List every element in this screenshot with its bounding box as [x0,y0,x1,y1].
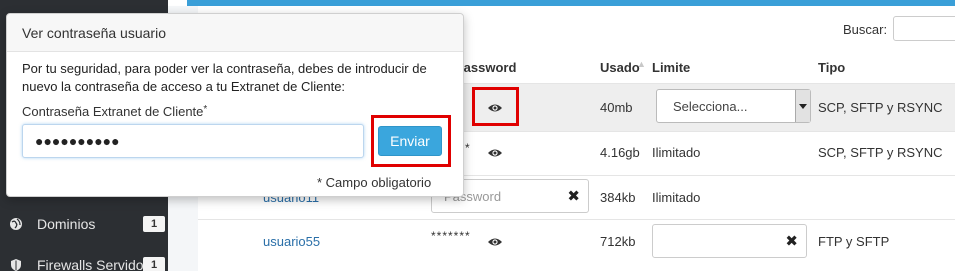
usado-cell: 384kb [600,190,636,205]
column-header-usado[interactable]: Usado [600,60,640,75]
search-input[interactable] [893,16,955,41]
chevron-down-icon[interactable] [795,90,810,122]
extranet-password-input[interactable]: ●●●●●●●●●● [22,124,364,158]
usado-cell: 4.16gb [600,145,640,160]
password-popover: Ver contraseña usuario Por tu seguridad,… [6,13,464,197]
usado-cell: 712kb [600,234,636,249]
popover-header: Ver contraseña usuario [7,14,463,52]
tipo-cell: SCP, SFTP y RSYNC [818,100,943,115]
highlight-box [472,87,519,126]
tipo-cell: SCP, SFTP y RSYNC [818,145,943,160]
password-field-label: Contraseña Extranet de Cliente* [22,104,208,119]
shield-icon [9,258,23,271]
count-badge: 1 [143,257,165,271]
tipo-cell: FTP y SFTP [818,234,890,249]
sidebar-item-label: Dominios [37,216,96,232]
user-link[interactable]: usuario55 [263,234,320,249]
limite-cell: Ilimitado [652,145,701,160]
clear-icon[interactable]: ✖ [567,187,580,205]
limite-select[interactable]: Selecciona... [656,89,811,123]
column-header-tipo[interactable]: Tipo [818,60,845,75]
sidebar-item-firewalls[interactable]: Firewalls Servidor 1 [0,250,168,271]
column-header-limite[interactable]: Limite [652,60,690,75]
sort-icon: ▲ [637,59,646,69]
limite-input[interactable]: ✖ [652,224,807,258]
select-value: Selecciona... [673,99,748,114]
limite-cell: Ilimitado [652,190,701,205]
password-value: ●●●●●●●●●● [35,133,120,149]
sidebar-item-dominios[interactable]: Dominios 1 [0,209,168,239]
search-label: Buscar: [843,22,888,37]
column-header-password[interactable]: Password [455,60,516,75]
required-mark: * [203,104,208,115]
popover-title: Ver contraseña usuario [22,25,166,41]
screen: Dominios 1 Firewalls Servidor 1 Buscar: … [0,0,955,271]
eye-icon[interactable] [487,236,503,248]
eye-icon[interactable] [487,147,503,159]
sidebar-item-label: Firewalls Servidor [37,257,149,271]
globe-icon [9,217,23,231]
popover-message: Por tu seguridad, para poder ver la cont… [22,61,427,94]
password-mask: ******* [431,229,471,243]
highlight-box [371,115,451,167]
count-badge: 1 [143,216,165,232]
required-note: * Campo obligatorio [317,175,432,190]
usado-cell: 40mb [600,100,633,115]
clear-icon[interactable]: ✖ [785,232,798,250]
password-mask: * [465,141,471,155]
